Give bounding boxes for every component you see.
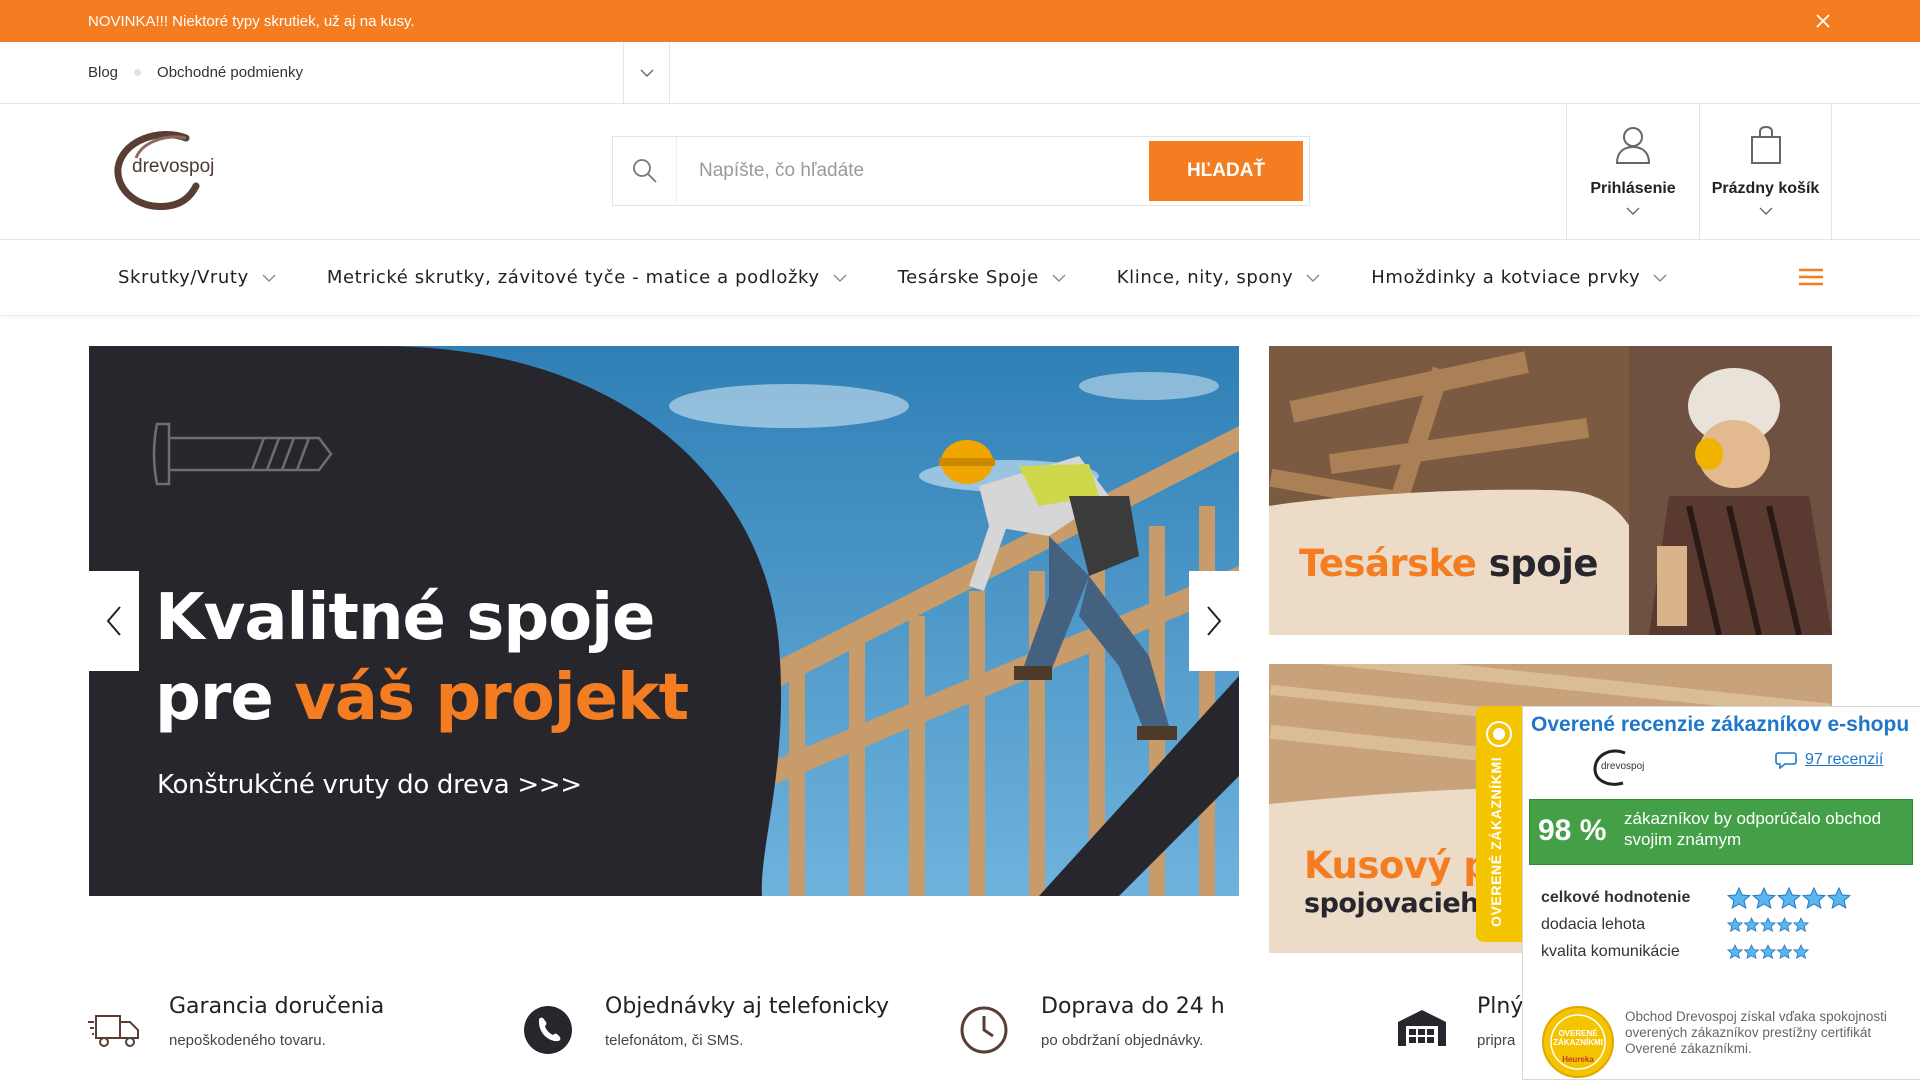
chevron-down-icon — [1052, 274, 1066, 282]
star-rating-icon — [1727, 917, 1810, 933]
hero-subtitle[interactable]: Konštrukčné vruty do dreva >>> — [157, 770, 582, 800]
feature-title: Garancia doručenia — [169, 994, 385, 1019]
hamburger-menu-icon[interactable] — [1798, 266, 1824, 288]
badge-brand: Heureka — [1562, 1055, 1594, 1064]
chevron-down-icon — [1759, 207, 1772, 215]
review-shop-logo: drevospoj — [1591, 747, 1651, 787]
blog-link[interactable]: Blog — [88, 64, 118, 81]
hero-heading-line2-a: pre — [155, 661, 295, 735]
nav-item-label: Klince, nity, spony — [1116, 267, 1294, 288]
feature-title: Objednávky aj telefonicky — [605, 994, 890, 1019]
review-count: 97 recenzií — [1805, 751, 1884, 768]
recommend-box: 98 % zákazníkov by odporúčalo obchod svo… — [1529, 799, 1913, 865]
rating-stars-communication — [1727, 944, 1811, 960]
nav-item-label: Metrické skrutky, závitové tyče - matice… — [326, 267, 820, 288]
chevron-down-icon — [833, 274, 847, 282]
badge-icon — [1486, 721, 1512, 747]
main-nav: Skrutky/Vruty Metrické skrutky, závitové… — [0, 240, 1920, 316]
speech-bubble-icon — [1775, 752, 1797, 769]
search-icon[interactable] — [613, 137, 677, 205]
search-bar: HĽADAŤ — [612, 136, 1310, 206]
header: drevospoj HĽADAŤ Prihlásenie Prázdny koš… — [0, 104, 1920, 240]
top-links-bar: Blog Obchodné podmienky — [0, 42, 1920, 104]
phone-icon — [524, 1002, 580, 1058]
cart-button[interactable]: Prázdny košík — [1699, 104, 1832, 240]
hero-heading-line2: pre váš projekt — [155, 658, 689, 738]
more-links-button[interactable] — [624, 42, 670, 103]
review-tab-text: OVERENÉ ZÁKAZNÍKMI — [1488, 756, 1504, 928]
review-count-link[interactable]: 97 recenzií — [1775, 751, 1883, 769]
chevron-down-icon — [1653, 274, 1667, 282]
rating-row-delivery: dodacia lehota — [1541, 916, 1646, 933]
clock-icon — [960, 1002, 1016, 1058]
nav-item-label: Skrutky/Vruty — [118, 267, 249, 288]
search-input[interactable] — [677, 137, 1149, 205]
nav-item-tesarske[interactable]: Tesárske Spoje — [898, 267, 1067, 288]
review-title[interactable]: Overené recenzie zákazníkov e-shopu — [1531, 713, 1909, 737]
announcement-bar: NOVINKA!!! Niektoré typy skrutiek, už aj… — [0, 0, 1920, 42]
chevron-down-icon — [262, 274, 276, 282]
rating-stars-overall — [1727, 887, 1853, 911]
banner-title-a: Tesárske — [1299, 542, 1489, 585]
slider-next-button[interactable] — [1189, 571, 1239, 671]
truck-icon — [88, 1002, 144, 1058]
certificate-badge: OVERENÉ ZÁKAZNÍKMI Heureka — [1541, 1005, 1615, 1079]
nav-item-skrutky[interactable]: Skrutky/Vruty — [118, 267, 277, 288]
banner-title-b: spoje — [1488, 542, 1599, 585]
feature-subtitle: telefonátom, či SMS. — [605, 1032, 744, 1049]
feature-subtitle: nepoškodeného tovaru. — [169, 1032, 326, 1049]
hero-heading-highlight: váš projekt — [294, 661, 689, 735]
user-icon — [1613, 122, 1653, 168]
nav-item-label: Hmoždinky a kotviace prvky — [1371, 267, 1641, 288]
review-tab[interactable]: OVERENÉ ZÁKAZNÍKMI — [1476, 706, 1522, 942]
separator-dot — [134, 69, 142, 76]
hero-heading: Kvalitné spoje pre váš projekt — [155, 578, 689, 738]
logo-text: drevospoj — [132, 156, 215, 177]
login-button[interactable]: Prihlásenie — [1566, 104, 1699, 240]
search-button[interactable]: HĽADAŤ — [1149, 141, 1303, 201]
star-rating-icon — [1727, 887, 1852, 910]
shopping-bag-icon — [1749, 122, 1783, 168]
rating-row-communication: kvalita komunikácie — [1541, 943, 1680, 960]
nav-item-klince[interactable]: Klince, nity, spony — [1117, 267, 1321, 288]
review-card: Overené recenzie zákazníkov e-shopu drev… — [1522, 706, 1920, 1080]
page: NOVINKA!!! Niektoré typy skrutiek, už aj… — [0, 0, 1920, 1080]
feature-title: Doprava do 24 h — [1041, 994, 1225, 1019]
rating-row-overall: celkové hodnotenie — [1541, 889, 1691, 906]
chevron-right-icon — [1207, 606, 1222, 636]
recommend-percent: 98 % — [1538, 814, 1607, 847]
banner-tesarske-spoje[interactable]: Tesárske spoje — [1269, 346, 1832, 635]
star-rating-icon — [1727, 944, 1810, 960]
login-label: Prihlásenie — [1590, 180, 1676, 197]
chevron-left-icon — [106, 606, 121, 636]
chevron-down-icon — [1306, 274, 1320, 282]
terms-link[interactable]: Obchodné podmienky — [157, 64, 303, 81]
close-icon[interactable] — [1814, 12, 1832, 30]
chevron-down-icon — [640, 69, 653, 77]
logo[interactable]: drevospoj — [112, 128, 242, 210]
badge-text: OVERENÉ ZÁKAZNÍKMI — [1553, 1029, 1603, 1047]
chevron-down-icon — [1626, 207, 1640, 215]
slider-prev-button[interactable] — [89, 571, 139, 671]
announcement-text: NOVINKA!!! Niektoré typy skrutiek, už aj… — [88, 12, 415, 30]
banner-image — [1269, 346, 1832, 635]
warehouse-icon — [1396, 1002, 1452, 1058]
review-logo-text: drevospoj — [1601, 761, 1645, 772]
nav-item-label: Tesárske Spoje — [897, 267, 1039, 288]
nav-item-metricke[interactable]: Metrické skrutky, závitové tyče - matice… — [327, 267, 848, 288]
feature-subtitle: po obdržaní objednávky. — [1041, 1032, 1204, 1049]
rating-stars-delivery — [1727, 917, 1811, 933]
hero-heading-line1: Kvalitné spoje — [155, 581, 655, 655]
hero-slider[interactable]: Kvalitné spoje pre váš projekt Konštrukč… — [89, 346, 1239, 896]
review-footer-text: Obchod Drevospoj získal vďaka spokojnost… — [1625, 1009, 1887, 1056]
review-widget[interactable]: OVERENÉ ZÁKAZNÍKMI Overené recenzie záka… — [1476, 706, 1920, 1080]
banner-title-b: spojovacieho — [1304, 888, 1497, 919]
recommend-text: zákazníkov by odporúčalo obchod svojim z… — [1624, 809, 1882, 849]
top-links: Blog Obchodné podmienky — [0, 42, 624, 103]
nav-item-hmozdinky[interactable]: Hmoždinky a kotviace prvky — [1371, 267, 1668, 288]
cart-label: Prázdny košík — [1711, 180, 1820, 197]
banner-title: Tesárske spoje — [1299, 542, 1599, 585]
